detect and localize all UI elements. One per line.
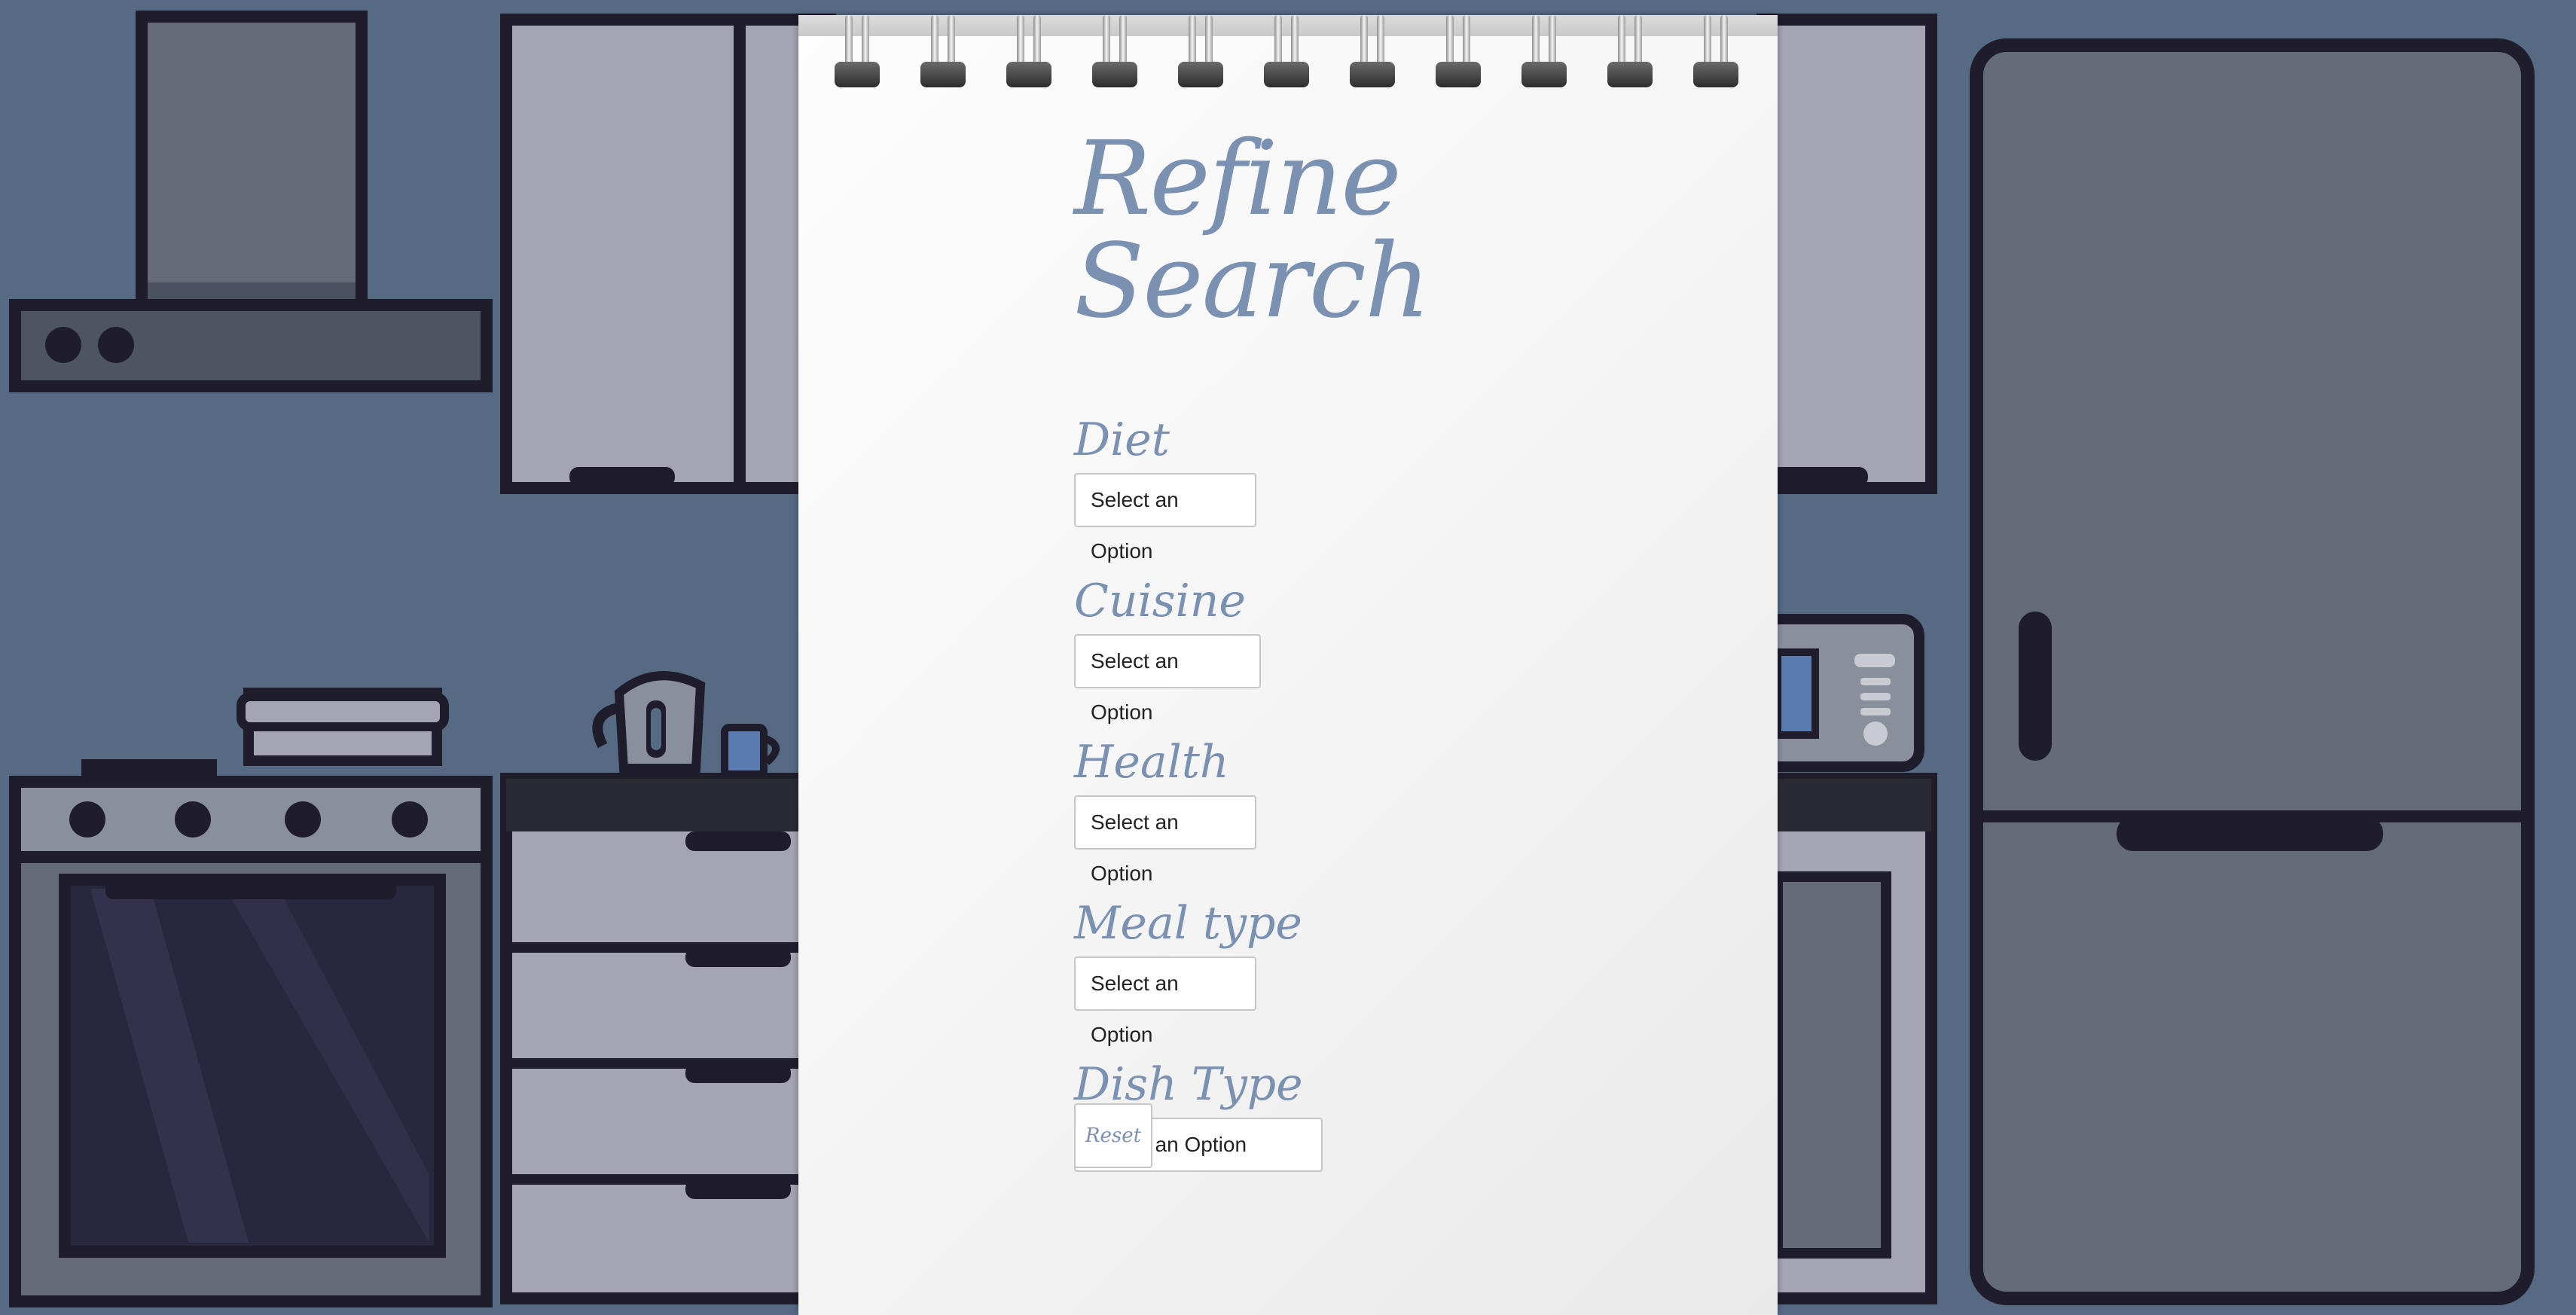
spiral-ring-icon	[919, 15, 967, 89]
spiral-ring-icon	[1434, 15, 1482, 89]
diet-select[interactable]: Select an Option	[1074, 473, 1256, 563]
filter-label-dish-type: Dish Type	[1074, 1058, 1303, 1111]
spiral-ring-icon	[833, 15, 881, 89]
filter-label-meal-type: Meal type	[1074, 897, 1302, 950]
health-select[interactable]: Select an Option	[1074, 795, 1256, 885]
spiral-ring-icon	[1091, 15, 1139, 89]
spiral-ring-icon	[1262, 15, 1311, 89]
spiral-ring-icon	[1177, 15, 1225, 89]
filter-cuisine: Cuisine Select an Option	[1074, 575, 1752, 724]
filter-label-cuisine: Cuisine	[1074, 575, 1246, 627]
filter-diet: Diet Select an Option	[1074, 413, 1752, 563]
filter-form: Refine Search Diet Select an Option Cuis…	[1074, 128, 1752, 1172]
spiral-ring-icon	[1520, 15, 1568, 89]
right-cabinets-microwave	[1757, 614, 1937, 1304]
refine-search-panel: Refine Search Diet Select an Option Cuis…	[798, 15, 1778, 1315]
filter-dish-type: Dish Type Select an Option	[1074, 1062, 1752, 1172]
cuisine-select[interactable]: Select an Option	[1074, 634, 1261, 724]
reset-button[interactable]: Reset	[1074, 1103, 1152, 1168]
filter-label-diet: Diet	[1074, 413, 1170, 466]
spiral-ring-icon	[1692, 15, 1740, 89]
spiral-ring-icon	[1606, 15, 1654, 89]
spiral-ring-icon	[1348, 15, 1396, 89]
filter-meal-type: Meal type Select an Option	[1074, 897, 1752, 1046]
filter-health: Health Select an Option	[1074, 736, 1752, 885]
refrigerator	[1970, 38, 2535, 1305]
lower-cabinets-left	[500, 773, 836, 1304]
spiral-ring-icon	[1005, 15, 1053, 89]
page-title: Refine Search	[1074, 120, 1431, 341]
meal-type-select[interactable]: Select an Option	[1074, 957, 1256, 1046]
stove-oven	[9, 688, 493, 1307]
filter-label-health: Health	[1074, 736, 1229, 789]
